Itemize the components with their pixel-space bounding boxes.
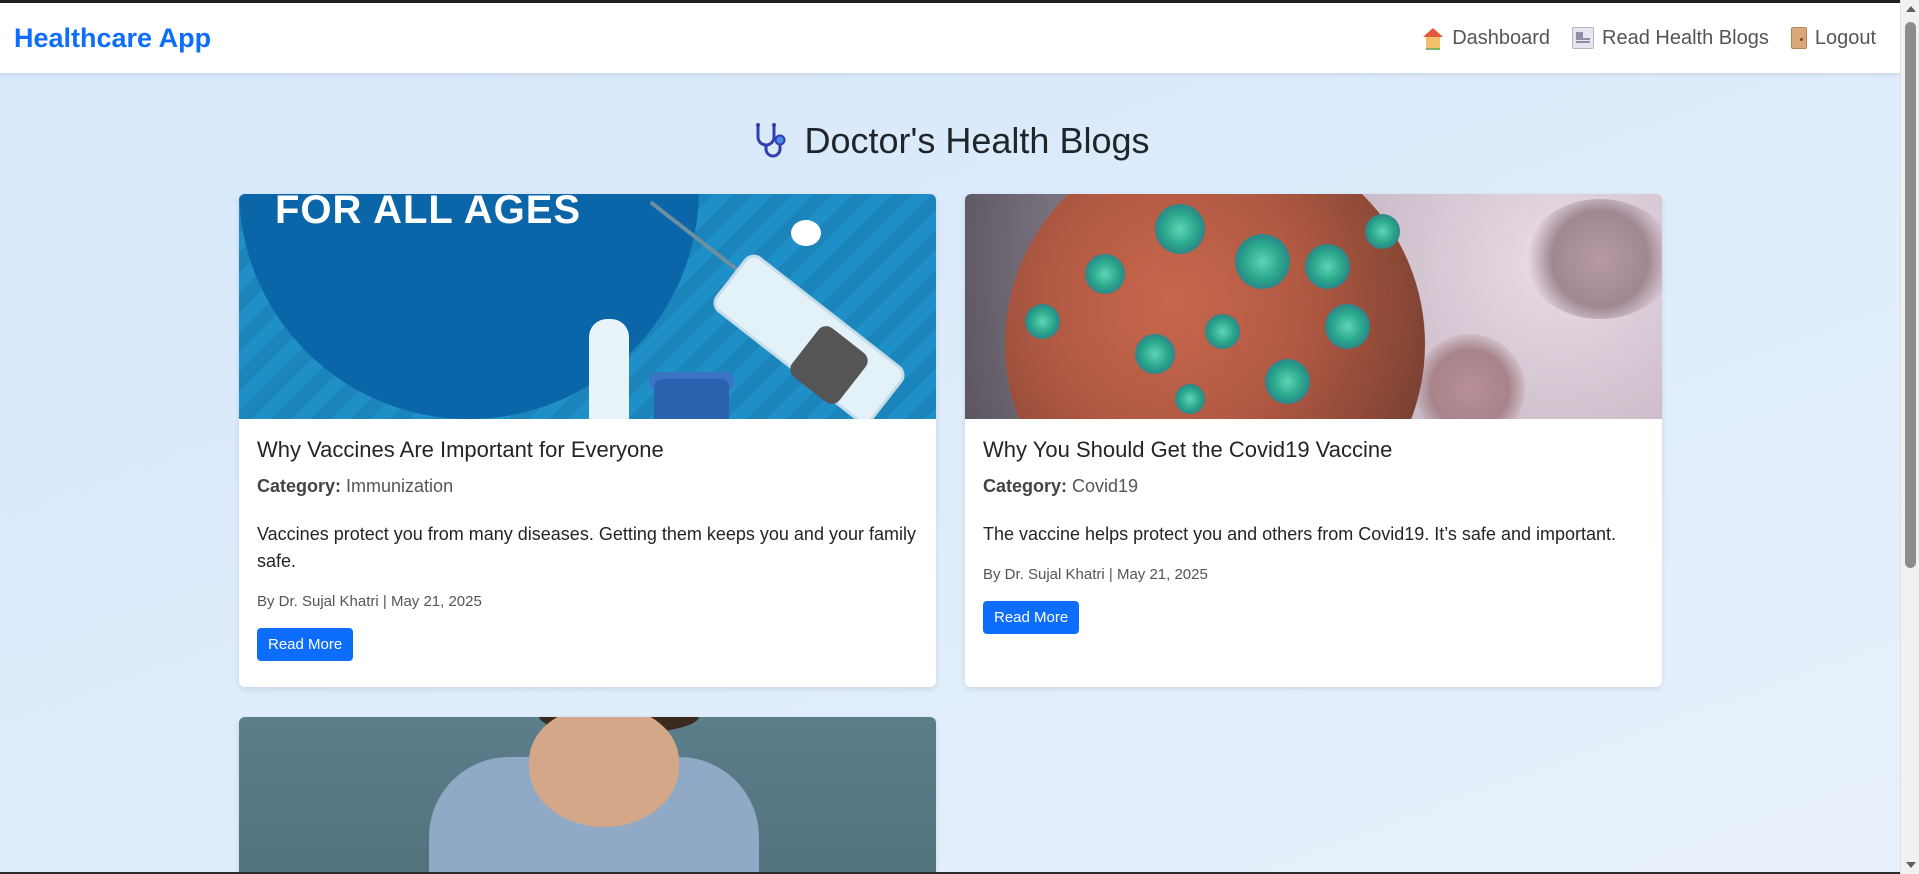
category-value: Covid19: [1072, 476, 1139, 496]
read-more-button[interactable]: Read More: [983, 601, 1080, 634]
blog-excerpt: The vaccine helps protect you and others…: [983, 524, 1617, 544]
blog-card-image: FOR ALL AGES: [239, 194, 936, 419]
brand-logo[interactable]: Healthcare App: [14, 23, 211, 54]
nav-link-label: Dashboard: [1452, 26, 1551, 49]
nav-link-label: Read Health Blogs: [1602, 26, 1769, 49]
blog-title: Why Vaccines Are Important for Everyone: [257, 437, 664, 462]
blog-category: Category: Covid19: [983, 476, 1644, 497]
scroll-down-arrow-icon[interactable]: [1906, 862, 1916, 868]
blog-category: Category: Immunization: [257, 476, 918, 497]
newspaper-icon: [1572, 27, 1595, 49]
image-headline: FOR ALL AGES: [275, 194, 582, 232]
house-icon: [1422, 27, 1444, 50]
nav-link-logout[interactable]: Logout: [1790, 26, 1876, 50]
read-more-button[interactable]: Read More: [257, 628, 354, 661]
nav-link-read-blogs[interactable]: Read Health Blogs: [1572, 27, 1769, 50]
vertical-scrollbar[interactable]: [1900, 0, 1919, 874]
blog-card: FOR ALL AGES Why Vaccines Are Important …: [239, 194, 936, 687]
nav-link-label: Logout: [1814, 26, 1876, 49]
door-icon: [1790, 27, 1807, 49]
scroll-up-arrow-icon[interactable]: [1906, 6, 1916, 12]
page-title-text: Doctor's Health Blogs: [804, 120, 1150, 161]
nav-links: Dashboard Read Health Blogs Logout: [1422, 27, 1886, 50]
category-value: Immunization: [346, 476, 454, 496]
stethoscope-icon: [756, 123, 786, 158]
category-label: Category:: [257, 476, 342, 496]
blog-card: [239, 717, 936, 874]
blog-card-body: Why You Should Get the Covid19 Vaccine C…: [965, 419, 1662, 652]
blog-meta: By Dr. Sujal Khatri | May 21, 2025: [257, 593, 482, 610]
blog-excerpt: Vaccines protect you from many diseases.…: [257, 524, 916, 571]
nav-link-dashboard[interactable]: Dashboard: [1422, 27, 1550, 50]
blog-title: Why You Should Get the Covid19 Vaccine: [983, 437, 1393, 462]
blog-meta: By Dr. Sujal Khatri | May 21, 2025: [983, 566, 1208, 583]
category-label: Category:: [983, 476, 1068, 496]
scrollbar-thumb[interactable]: [1905, 22, 1916, 568]
blog-card-body: Why Vaccines Are Important for Everyone …: [239, 419, 936, 679]
blog-card-image: [239, 717, 936, 874]
page-title: Doctor's Health Blogs: [0, 120, 1900, 162]
blog-card: Why You Should Get the Covid19 Vaccine C…: [965, 194, 1662, 687]
blog-card-image: [965, 194, 1662, 419]
navbar: Healthcare App Dashboard Read Health Blo…: [0, 3, 1900, 73]
